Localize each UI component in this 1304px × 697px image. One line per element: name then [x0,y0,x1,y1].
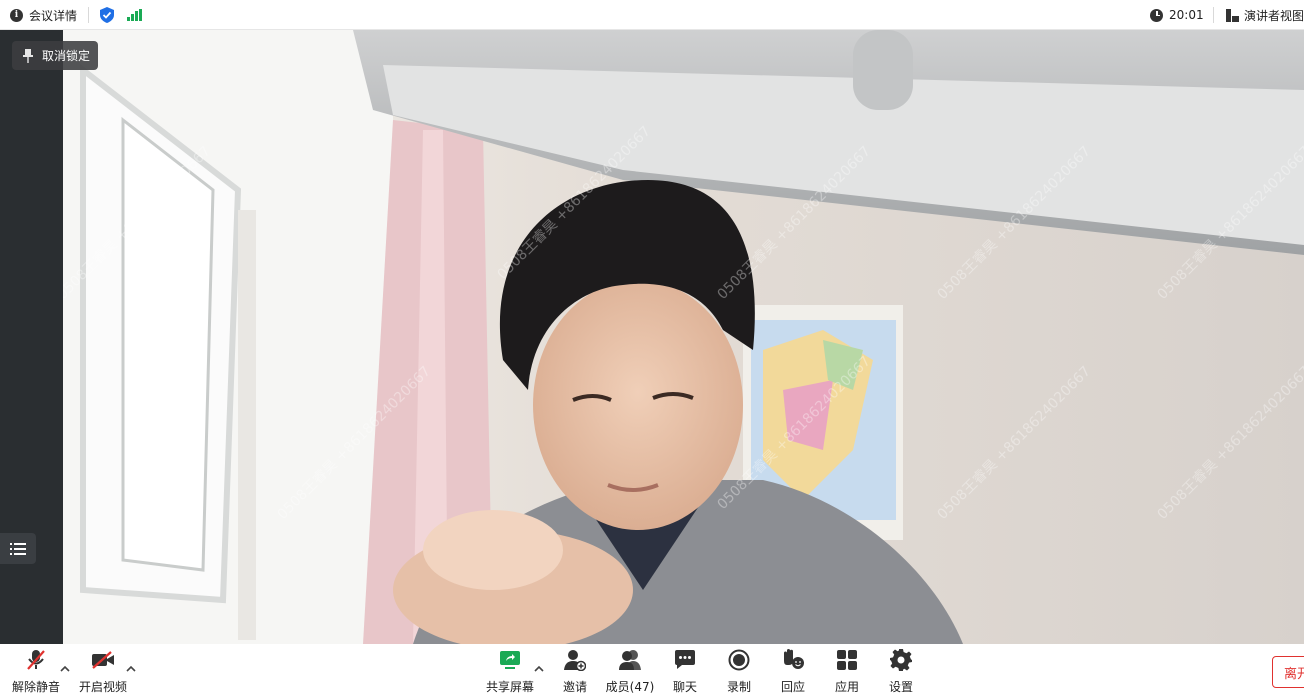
signal-strength-icon[interactable] [127,0,142,30]
unpin-label: 取消锁定 [42,49,91,63]
settings-label: 设置 [888,680,913,694]
apps-button[interactable]: 应用 [830,649,864,695]
participants-label: 成员(47) [605,680,655,694]
bottom-toolbar: 解除静音 开启视频 共享屏幕 邀请 成员(47) 聊天 录制 回应 应用 设置 … [0,644,1304,697]
view-mode-button[interactable]: 演讲者视图 [1226,0,1304,30]
info-icon: i [10,8,23,22]
record-icon [726,649,752,671]
divider [88,7,89,23]
raise-hand-icon [780,649,806,671]
share-screen-button[interactable]: 共享屏幕 [484,649,536,695]
list-icon [10,542,26,555]
settings-button[interactable]: 设置 [884,649,918,695]
participant-list-toggle[interactable] [0,533,36,564]
participants-button[interactable]: 成员(47) [604,649,656,695]
camera-off-icon [90,649,116,671]
share-screen-label: 共享屏幕 [485,680,534,694]
reactions-label: 回应 [780,680,805,694]
microphone-muted-icon [23,649,49,671]
security-shield-icon[interactable] [100,0,114,30]
meeting-details-label: 会议详情 [29,8,78,23]
chat-icon [672,649,698,671]
top-bar: i 会议详情 20:01 演讲者视图 [0,0,1304,30]
record-label: 录制 [726,680,751,694]
main-video[interactable]: 0508王睿昊 +8618624020667 0508王睿昊 +86186240… [63,30,1304,644]
participants-icon [617,649,643,671]
gear-icon [888,649,914,671]
reactions-button[interactable]: 回应 [776,649,810,695]
layout-icon [1226,8,1239,22]
chat-button[interactable]: 聊天 [668,649,702,695]
unmute-label: 解除静音 [12,680,61,694]
chat-label: 聊天 [672,680,697,694]
leave-meeting-button[interactable]: 离开 [1272,656,1304,688]
clock-icon [1150,8,1163,22]
invite-label: 邀请 [562,680,587,694]
record-button[interactable]: 录制 [722,649,756,695]
meeting-time: 20:01 [1169,8,1204,22]
audio-options-chevron-icon[interactable] [59,664,71,674]
unmute-button[interactable]: 解除静音 [12,649,60,695]
meeting-details-button[interactable]: i 会议详情 [10,0,77,30]
pin-icon [23,48,33,63]
video-options-chevron-icon[interactable] [125,664,137,674]
unpin-button[interactable]: 取消锁定 [12,41,98,70]
meeting-timer: 20:01 [1150,0,1204,30]
share-screen-icon [497,649,523,671]
share-options-chevron-icon[interactable] [533,664,545,674]
apps-grid-icon [834,649,860,671]
divider [1213,7,1214,23]
invite-button[interactable]: 邀请 [557,649,593,695]
start-video-button[interactable]: 开启视频 [78,649,128,695]
add-user-icon [562,649,588,671]
video-frame: 0508王睿昊 +8618624020667 0508王睿昊 +86186240… [63,30,1304,644]
start-video-label: 开启视频 [78,680,127,694]
view-mode-label: 演讲者视图 [1244,8,1304,23]
apps-label: 应用 [834,680,859,694]
leave-label: 离开 [1284,666,1304,682]
